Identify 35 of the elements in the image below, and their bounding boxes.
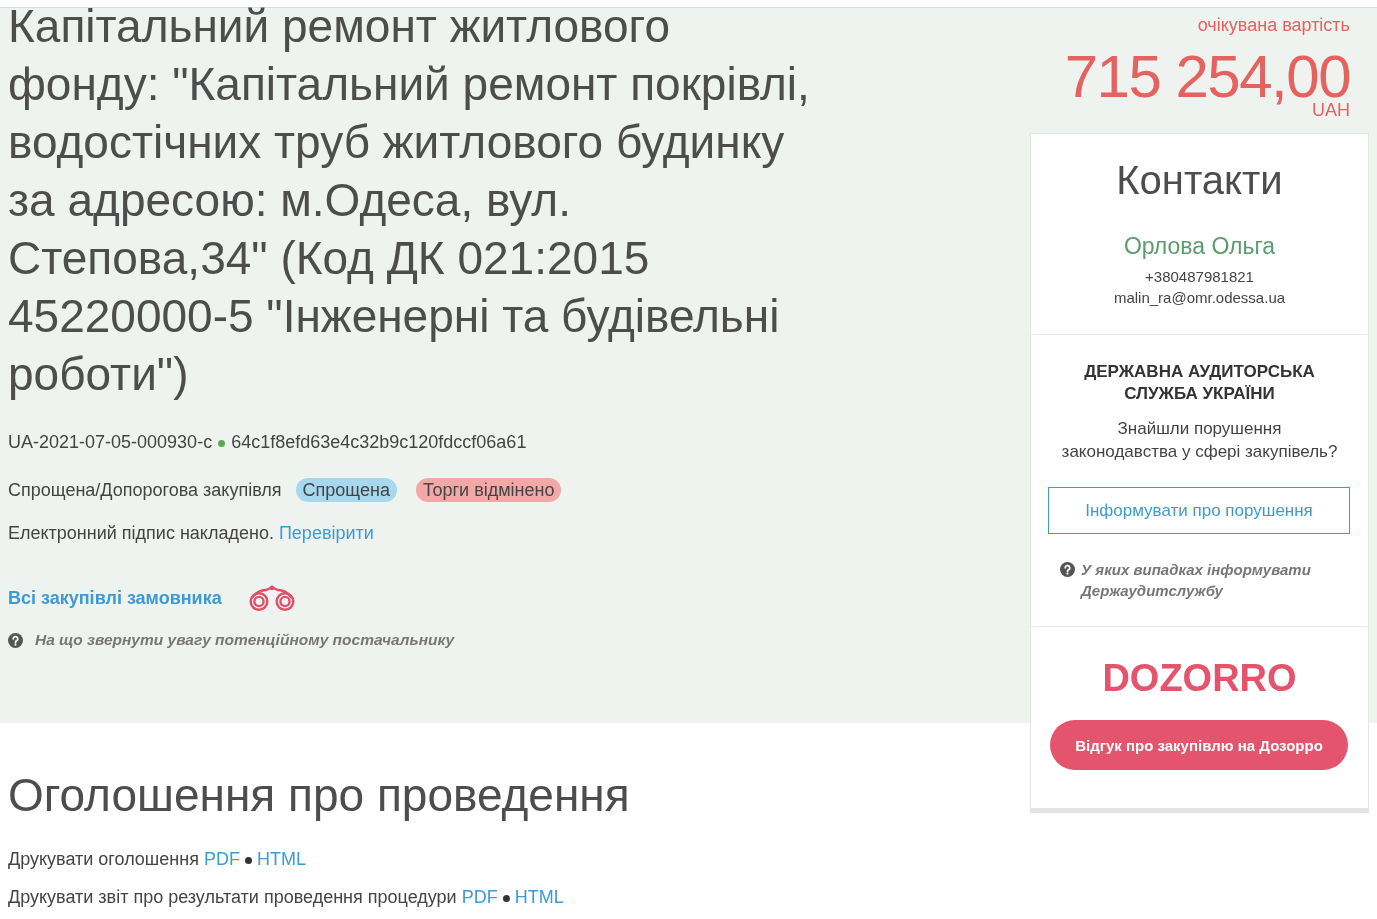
audit-question: Знайшли порушення законодавства у сфері закупівель?: [1060, 418, 1339, 463]
status-tag: Спрощена: [295, 478, 397, 502]
price-currency: UAH: [1312, 101, 1350, 119]
contact-name: Орлова Ольга: [1122, 232, 1277, 260]
print-link[interactable]: HTML: [514, 885, 564, 909]
contact-phone: +380487981821: [1144, 267, 1255, 287]
signature-status: Електронний підпис накладено.: [8, 522, 274, 545]
print-label: Друкувати звіт про результати проведення процедури: [8, 886, 457, 909]
audit-service-title: ДЕРЖАВНА АУДИТОРСЬКА СЛУЖБА УКРАЇНИ: [1083, 361, 1316, 405]
verify-link[interactable]: Перевірити: [278, 521, 374, 545]
help-icon: [8, 632, 23, 648]
dozorro-logo: DOZORRO: [1101, 656, 1298, 700]
dozorro-feedback-button[interactable]: Відгук про закупівлю на Дозорро: [1050, 720, 1348, 770]
procedure-type: Спрощена/Допорогова закупівля: [8, 479, 282, 502]
audit-hint-link[interactable]: У яких випадках інформувати Держаудитслужбу: [1081, 559, 1346, 601]
print-label: Друкувати оголошення: [8, 848, 199, 871]
card-title: Контакти: [1115, 157, 1284, 204]
tender-title: Капітальний ремонт житлового фонду: "Капітальний ремонт покрівлі, водостічних труб житлового будинку за адресою: м.Одеса, вул. Степова,34" (Код ДК 021:2015 45220000-5 "Інженерні та будівельні роботи"): [8, 0, 811, 402]
bullet-icon: [502, 894, 510, 902]
tender-id: UA-2021-07-05-000930-c: [8, 431, 213, 454]
help-icon: [1060, 562, 1075, 577]
print-link[interactable]: PDF: [203, 847, 240, 871]
status-dot-icon: [218, 439, 226, 447]
contact-email: malin_ra@omr.odessa.ua: [1112, 288, 1287, 308]
status-tag: Торги відмінено: [415, 478, 562, 502]
customer-procurements-link[interactable]: Всі закупівлі замовника: [8, 586, 222, 610]
tender-hash: 64c1f8efd63e4c32b9c120fdccf06a61: [231, 431, 527, 454]
report-violation-button[interactable]: Інформувати про порушення: [1048, 487, 1350, 534]
print-link[interactable]: HTML: [256, 847, 306, 871]
price-amount: 715 254,00: [1064, 51, 1350, 103]
section-heading: Оголошення про проведення: [8, 768, 631, 823]
price-label: очікувана вартість: [1197, 14, 1350, 37]
print-link[interactable]: PDF: [461, 885, 498, 909]
supplier-hint-link[interactable]: На що звернути увагу потенційному постачальнику: [35, 628, 455, 652]
bullet-icon: [244, 856, 252, 864]
